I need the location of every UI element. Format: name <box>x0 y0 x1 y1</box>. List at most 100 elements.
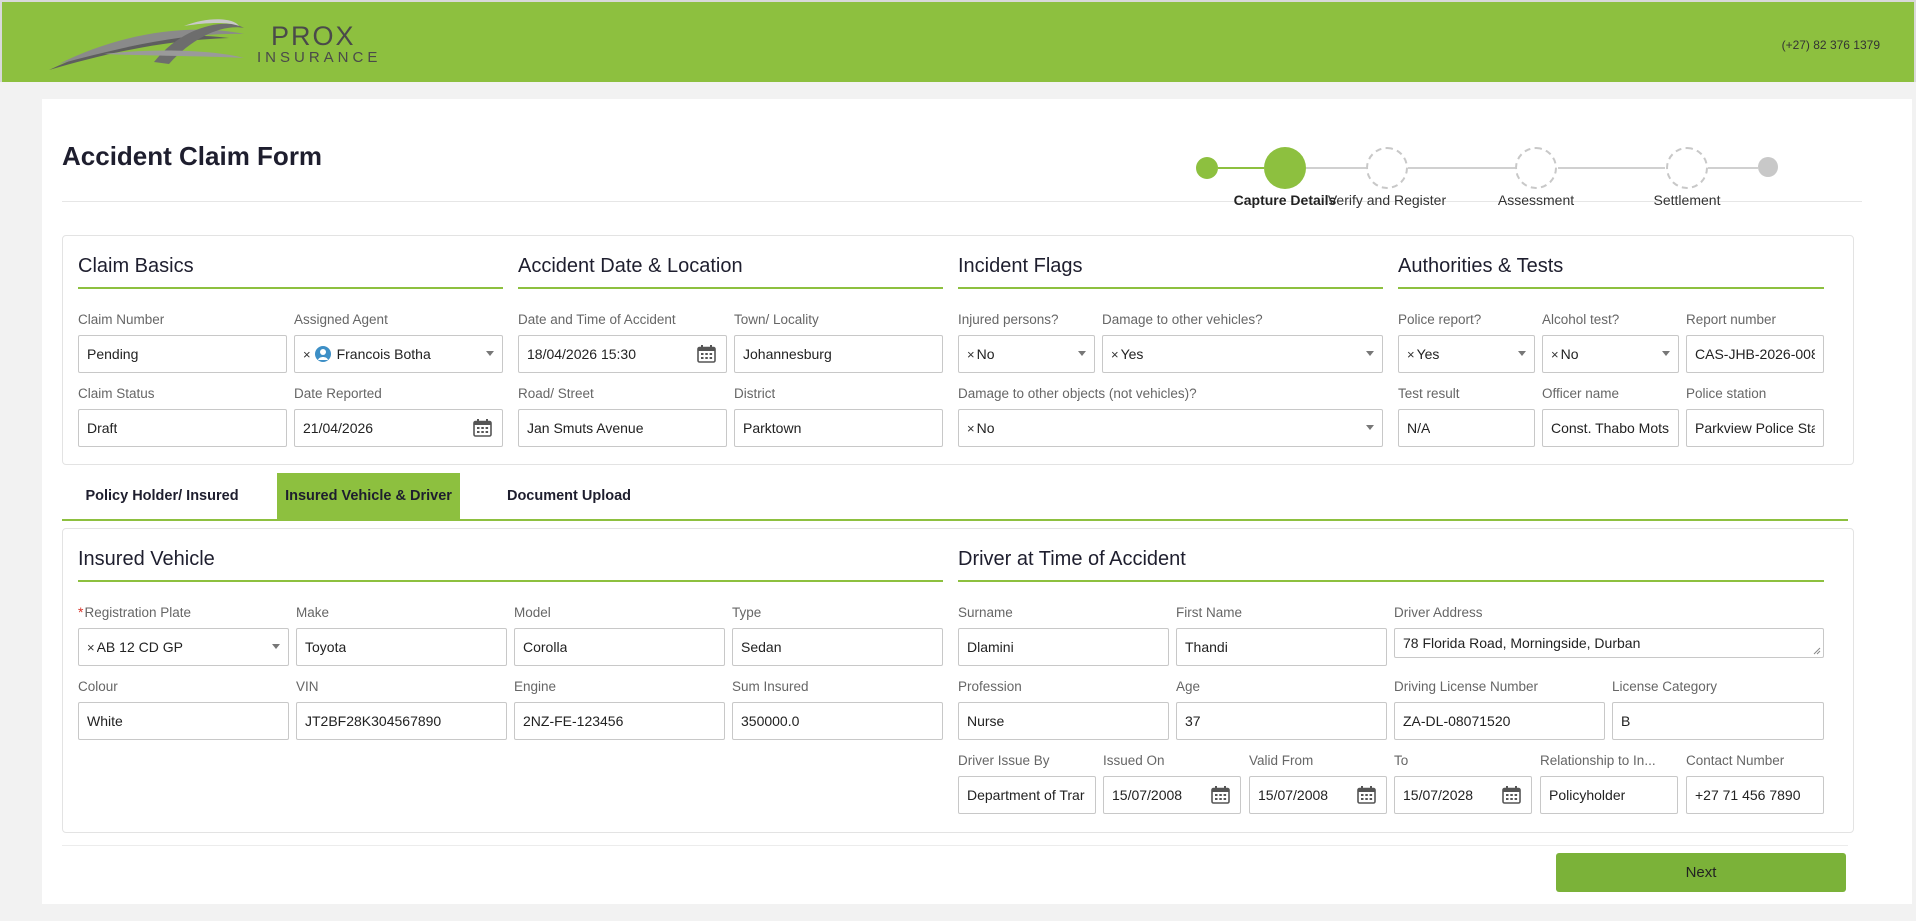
first-name-input[interactable]: Thandi <box>1176 628 1387 666</box>
license-number-input[interactable]: ZA-DL-08071520 <box>1394 702 1605 740</box>
step-label-assessment[interactable]: Assessment <box>1461 192 1611 208</box>
clear-icon[interactable]: × <box>1407 347 1415 362</box>
clear-icon[interactable]: × <box>967 421 975 436</box>
alcohol-test-select[interactable]: × No <box>1542 335 1679 373</box>
issue-by-input[interactable]: Department of Trar <box>958 776 1096 814</box>
section-rule <box>78 580 943 582</box>
app-header: PROX INSURANCE (+27) 82 376 1379 <box>0 0 1916 82</box>
step-connector <box>1408 167 1515 169</box>
claim-status-input[interactable]: Draft <box>78 409 287 447</box>
section-title-claim-basics: Claim Basics <box>78 255 194 277</box>
form-tabs: Policy Holder/ Insured Insured Vehicle &… <box>62 473 1848 521</box>
section-rule <box>1398 287 1824 289</box>
license-number-label: Driving License Number <box>1394 679 1539 694</box>
driver-address-textarea[interactable]: 78 Florida Road, Morningside, Durban <box>1394 628 1824 658</box>
issued-on-input[interactable]: 15/07/2008 <box>1103 776 1241 814</box>
road-input[interactable]: Jan Smuts Avenue <box>518 409 727 447</box>
engine-input[interactable]: 2NZ-FE-123456 <box>514 702 725 740</box>
calendar-icon[interactable] <box>1357 786 1376 804</box>
tab-policy-holder[interactable]: Policy Holder/ Insured <box>62 473 262 519</box>
section-rule <box>78 287 503 289</box>
chevron-down-icon <box>1366 351 1374 356</box>
accident-datetime-input[interactable]: 18/04/2026 15:30 <box>518 335 727 373</box>
driver-address-label: Driver Address <box>1394 605 1483 620</box>
town-input[interactable]: Johannesburg <box>734 335 943 373</box>
relationship-label: Relationship to In... <box>1540 753 1656 768</box>
contact-number-label: Contact Number <box>1686 753 1785 768</box>
required-marker: * <box>78 604 84 620</box>
license-category-input[interactable]: B <box>1612 702 1824 740</box>
contact-phone: (+27) 82 376 1379 <box>1781 38 1880 52</box>
section-rule <box>518 287 943 289</box>
calendar-icon[interactable] <box>1211 786 1230 804</box>
clear-icon[interactable]: × <box>1551 347 1559 362</box>
engine-label: Engine <box>514 679 557 694</box>
contact-number-input[interactable]: +27 71 456 7890 <box>1686 776 1824 814</box>
road-label: Road/ Street <box>518 386 594 401</box>
test-result-label: Test result <box>1398 386 1460 401</box>
age-input[interactable]: 37 <box>1176 702 1387 740</box>
officer-name-label: Officer name <box>1542 386 1620 401</box>
police-station-label: Police station <box>1686 386 1767 401</box>
vin-input[interactable]: JT2BF28K304567890 <box>296 702 507 740</box>
clear-icon[interactable]: × <box>1111 347 1119 362</box>
next-button[interactable]: Next <box>1556 853 1846 892</box>
calendar-icon[interactable] <box>697 345 716 363</box>
valid-from-label: Valid From <box>1249 753 1314 768</box>
colour-input[interactable]: White <box>78 702 289 740</box>
police-report-select[interactable]: × Yes <box>1398 335 1535 373</box>
step-connector <box>1218 167 1264 169</box>
surname-input[interactable]: Dlamini <box>958 628 1169 666</box>
injured-label: Injured persons? <box>958 312 1059 327</box>
damage-vehicles-select[interactable]: × Yes <box>1102 335 1383 373</box>
step-dot-capture[interactable] <box>1264 147 1306 189</box>
progress-stepper: Capture Details Verify and Register Asse… <box>1192 119 1892 208</box>
chevron-down-icon <box>1518 351 1526 356</box>
clear-icon[interactable]: × <box>87 640 95 655</box>
chevron-down-icon <box>486 351 494 356</box>
valid-from-input[interactable]: 15/07/2008 <box>1249 776 1387 814</box>
clear-icon[interactable]: × <box>303 347 311 362</box>
police-report-label: Police report? <box>1398 312 1482 327</box>
step-label-settlement[interactable]: Settlement <box>1612 192 1762 208</box>
resize-handle-icon[interactable] <box>1813 647 1821 655</box>
step-connector <box>1306 167 1366 169</box>
make-input[interactable]: Toyota <box>296 628 507 666</box>
step-label-verify[interactable]: Verify and Register <box>1312 192 1462 208</box>
step-end-dot <box>1758 157 1778 177</box>
step-dot-settlement[interactable] <box>1666 147 1708 189</box>
model-label: Model <box>514 605 551 620</box>
tab-insured-vehicle-driver[interactable]: Insured Vehicle & Driver <box>277 473 460 519</box>
assigned-agent-label: Assigned Agent <box>294 312 388 327</box>
claim-number-input[interactable]: Pending <box>78 335 287 373</box>
alcohol-test-label: Alcohol test? <box>1542 312 1620 327</box>
reg-plate-select[interactable]: × AB 12 CD GP <box>78 628 289 666</box>
report-number-input[interactable]: CAS-JHB-2026-008 <box>1686 335 1824 373</box>
calendar-icon[interactable] <box>473 419 492 437</box>
section-title-authorities: Authorities & Tests <box>1398 255 1564 277</box>
type-input[interactable]: Sedan <box>732 628 943 666</box>
chevron-down-icon <box>272 644 280 649</box>
damage-objects-select[interactable]: × No <box>958 409 1383 447</box>
vin-label: VIN <box>296 679 319 694</box>
divider <box>62 845 1848 846</box>
officer-name-input[interactable]: Const. Thabo Mots <box>1542 409 1679 447</box>
district-input[interactable]: Parktown <box>734 409 943 447</box>
sum-insured-input[interactable]: 350000.0 <box>732 702 943 740</box>
police-station-input[interactable]: Parkview Police Sta <box>1686 409 1824 447</box>
valid-to-label: To <box>1394 753 1409 768</box>
test-result-input[interactable]: N/A <box>1398 409 1535 447</box>
model-input[interactable]: Corolla <box>514 628 725 666</box>
user-avatar-icon <box>314 346 331 362</box>
profession-input[interactable]: Nurse <box>958 702 1169 740</box>
step-dot-assessment[interactable] <box>1515 147 1557 189</box>
injured-select[interactable]: × No <box>958 335 1095 373</box>
step-dot-verify[interactable] <box>1366 147 1408 189</box>
clear-icon[interactable]: × <box>967 347 975 362</box>
valid-to-input[interactable]: 15/07/2028 <box>1394 776 1532 814</box>
date-reported-input[interactable]: 21/04/2026 <box>294 409 503 447</box>
relationship-input[interactable]: Policyholder <box>1540 776 1678 814</box>
assigned-agent-select[interactable]: × Francois Botha <box>294 335 503 373</box>
calendar-icon[interactable] <box>1502 786 1521 804</box>
tab-document-upload[interactable]: Document Upload <box>474 473 664 519</box>
